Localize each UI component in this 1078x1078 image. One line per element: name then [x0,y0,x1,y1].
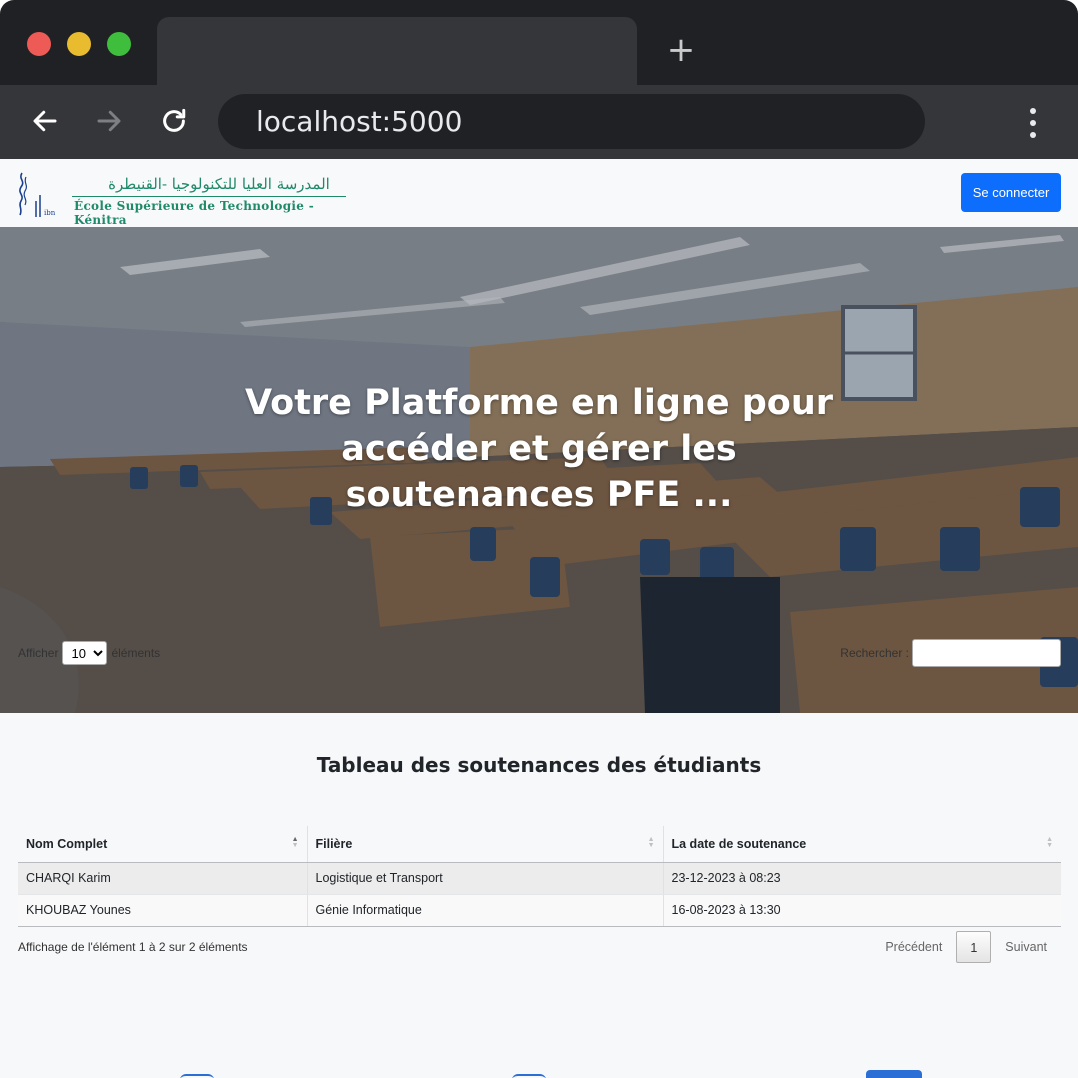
cell-date: 16-08-2023 à 13:30 [663,894,1061,927]
column-header-label: Filière [315,836,353,851]
forward-button[interactable] [87,99,131,143]
arrow-right-icon [97,110,121,132]
reload-icon [163,108,186,132]
pagination: Précédent 1 Suivant [871,931,1061,963]
school-logo[interactable]: ibn المدرسة العليا للتكنولوجيا -القنيطرة… [14,165,354,227]
search-input[interactable] [912,639,1061,667]
browser-toolbar: localhost:5000 [0,85,1078,159]
page-length-select[interactable]: 10 [62,641,108,665]
logo-emblem-icon: ibn [19,172,56,217]
address-bar[interactable]: localhost:5000 [218,94,925,149]
url-text: localhost:5000 [256,105,463,138]
arrow-left-icon [33,110,57,132]
feature-icon [512,1074,546,1078]
table-row: KHOUBAZ Younes Génie Informatique 16-08-… [18,894,1061,927]
length-prefix-label: Afficher [18,646,59,660]
browser-menu-button[interactable] [1016,103,1050,143]
table-search-control: Rechercher : [840,639,1061,667]
new-tab-button[interactable]: + [663,30,699,70]
column-header-date[interactable]: La date de soutenance ▲ ▼ [663,826,1061,863]
cell-nom: KHOUBAZ Younes [18,894,308,927]
sort-icon: ▲ ▼ [1046,836,1053,849]
kebab-dot-icon [1030,120,1036,126]
search-label: Rechercher : [840,646,909,660]
kebab-dot-icon [1030,132,1036,138]
logo-divider [72,196,346,197]
browser-tab[interactable] [157,17,637,85]
feature-icon [180,1074,214,1078]
table-row: CHARQI Karim Logistique et Transport 23-… [18,862,1061,895]
next-page-button[interactable]: Suivant [991,931,1061,963]
svg-text:ibn: ibn [44,209,56,217]
length-suffix-label: éléments [111,646,161,660]
table-header-row: Nom Complet ▲ ▼ Filière ▲ ▼ La date de sou… [18,826,1061,863]
browser-window: + localhost:5000 ibn المدرسة العليا للتك… [0,0,1078,1078]
site-navbar: ibn المدرسة العليا للتكنولوجيا -القنيطرة… [0,159,1078,227]
reload-button[interactable] [152,99,196,143]
title-bar: + [0,0,1078,85]
page-length-control: Afficher 10 éléments [18,641,160,665]
previous-page-button[interactable]: Précédent [871,931,956,963]
sort-asc-icon: ▲ ▼ [291,836,299,849]
cell-filiere: Logistique et Transport [307,862,664,895]
soutenances-table: Nom Complet ▲ ▼ Filière ▲ ▼ La date de sou… [18,826,1061,927]
logo-latin-text: École Supérieure de Technologie -Kénitra [74,199,314,227]
kebab-dot-icon [1030,108,1036,114]
hero-title: Votre Platforme en ligne pour accéder et… [244,383,834,515]
maximize-window-button[interactable] [107,32,131,56]
cell-date: 23-12-2023 à 08:23 [663,862,1061,895]
table-section-title: Tableau des soutenances des étudiants [316,753,762,777]
column-header-label: Nom Complet [26,836,108,851]
column-header-label: La date de soutenance [671,836,807,851]
cell-filiere: Génie Informatique [307,894,664,927]
calendar-icon [866,1070,922,1078]
sort-icon: ▲ ▼ [647,836,655,849]
minimize-window-button[interactable] [67,32,91,56]
close-window-button[interactable] [27,32,51,56]
column-header-nom[interactable]: Nom Complet ▲ ▼ [18,826,308,863]
cell-nom: CHARQI Karim [18,862,308,895]
logo-arabic-text: المدرسة العليا للتكنولوجيا -القنيطرة [108,175,330,193]
column-header-filiere[interactable]: Filière ▲ ▼ [307,826,664,863]
table-info: Affichage de l'élément 1 à 2 sur 2 éléme… [18,940,248,954]
login-button[interactable]: Se connecter [961,173,1061,212]
page-1-button[interactable]: 1 [956,931,992,963]
back-button[interactable] [23,99,67,143]
